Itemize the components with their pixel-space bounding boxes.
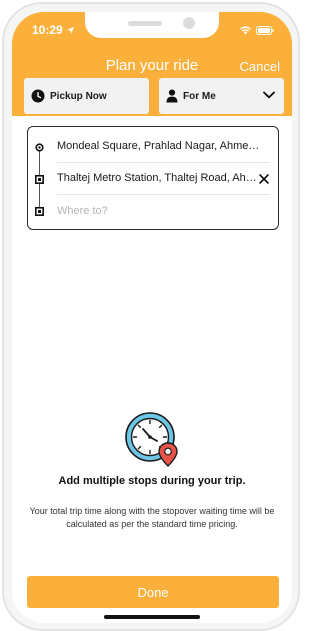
wifi-icon <box>240 26 251 35</box>
destination-square-icon <box>35 207 44 216</box>
clock-with-location-pin-icon <box>125 412 178 467</box>
pickup-time-selector[interactable]: Pickup Now <box>24 78 149 114</box>
info-description: Your total trip time along with the stop… <box>29 506 275 529</box>
phone-notch <box>85 12 219 38</box>
phone-frame: 10:29 Plan your ride Cancel Pickup Now F… <box>2 2 300 631</box>
app-screen: 10:29 Plan your ride Cancel Pickup Now F… <box>12 12 292 623</box>
cancel-button[interactable]: Cancel <box>240 59 280 74</box>
rider-selector[interactable]: For Me <box>159 78 284 114</box>
speaker-grille <box>128 21 162 26</box>
location-arrow-icon <box>66 26 74 34</box>
home-indicator <box>104 615 200 619</box>
clock-icon <box>31 89 45 103</box>
person-icon <box>166 89 178 103</box>
stop-address: Thaltej Metro Station, Thaltej Road, Ahm… <box>57 172 263 184</box>
battery-icon <box>256 25 274 35</box>
close-icon[interactable] <box>258 173 270 185</box>
pickup-time-label: Pickup Now <box>50 90 107 102</box>
destination-input[interactable] <box>55 199 265 223</box>
header-bar: 10:29 Plan your ride Cancel Pickup Now F… <box>12 12 292 116</box>
route-stop-destination <box>28 195 278 227</box>
front-camera <box>183 17 195 29</box>
pickup-address: Mondeal Square, Prahlad Nagar, Ahmedabad <box>57 140 263 152</box>
status-bar-right <box>239 25 274 35</box>
route-stop-pickup[interactable]: Mondeal Square, Prahlad Nagar, Ahmedabad <box>28 131 278 163</box>
done-button[interactable]: Done <box>27 576 279 608</box>
chevron-down-icon <box>263 91 275 99</box>
rider-label: For Me <box>183 90 216 102</box>
route-stop-1[interactable]: Thaltej Metro Station, Thaltej Road, Ahm… <box>28 163 278 195</box>
phone-mockup: 10:29 Plan your ride Cancel Pickup Now F… <box>0 0 300 631</box>
status-bar-left: 10:29 <box>32 23 75 37</box>
info-heading: Add multiple stops during your trip. <box>58 475 246 487</box>
route-card: Mondeal Square, Prahlad Nagar, Ahmedabad… <box>27 126 279 230</box>
pickup-dot-icon <box>35 143 44 152</box>
stop-square-icon <box>35 175 44 184</box>
status-time: 10:29 <box>32 23 63 37</box>
